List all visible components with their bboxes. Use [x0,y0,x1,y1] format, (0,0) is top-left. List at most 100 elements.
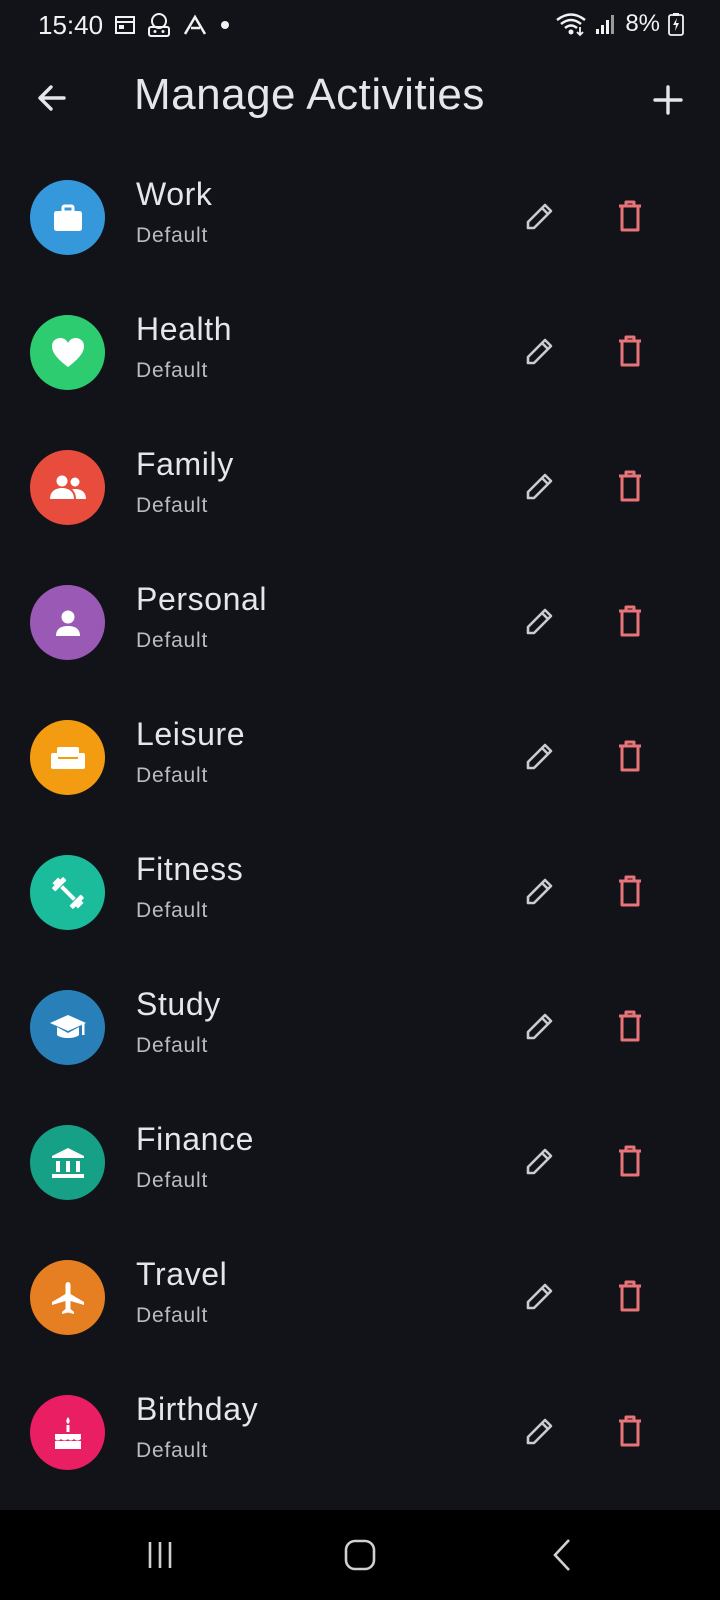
edit-button[interactable] [516,867,564,915]
activity-name: Leisure [136,716,246,752]
trash-icon [619,335,641,367]
edit-button[interactable] [516,1137,564,1185]
edit-button[interactable] [516,732,564,780]
people-icon [49,475,86,499]
sofa-icon [50,746,85,769]
home-icon [344,1539,376,1571]
edit-button[interactable] [516,1002,564,1050]
edit-button[interactable] [516,192,564,240]
delete-button[interactable] [606,1272,654,1320]
activity-name: Family [136,446,234,482]
activity-subtitle: Default [136,629,209,652]
activity-row-personal[interactable]: Personal Default [0,555,720,690]
activity-subtitle: Default [136,224,209,247]
activity-row-work[interactable]: Work Default [0,150,720,285]
back-button[interactable] [28,74,76,122]
activity-row-birthday[interactable]: Birthday Default [0,1365,720,1500]
edit-button[interactable] [516,462,564,510]
activity-name: Work [136,176,213,212]
graduation-cap-icon [49,1014,86,1038]
activity-subtitle: Default [136,1304,209,1327]
pencil-icon [526,608,553,635]
dumbbell-icon [51,876,84,909]
pencil-icon [526,878,553,905]
delete-button[interactable] [606,732,654,780]
calendar-icon [115,16,135,34]
activity-row-travel[interactable]: Travel Default [0,1230,720,1365]
activity-row-fitness[interactable]: Fitness Default [0,825,720,960]
activity-subtitle: Default [136,494,209,517]
airplane-icon [51,1281,84,1314]
pencil-icon [526,1148,553,1175]
briefcase-icon [53,204,82,231]
delete-button[interactable] [606,1137,654,1185]
delete-button[interactable] [606,1407,654,1455]
home-button[interactable] [330,1530,390,1580]
activity-name: Health [136,311,233,347]
back-nav-icon [553,1539,570,1571]
notification-app-icon [148,13,170,37]
cake-icon [54,1416,81,1449]
trash-icon [619,1415,641,1447]
activity-list: Work Default Health Default Family Defau… [0,150,720,1500]
page-title: Manage Activities [134,70,485,119]
pencil-icon [526,1013,553,1040]
activity-avatar [30,315,105,390]
activity-row-family[interactable]: Family Default [0,420,720,555]
activity-name: Birthday [136,1391,259,1427]
add-activity-button[interactable] [642,74,694,126]
pencil-icon [526,338,553,365]
delete-button[interactable] [606,327,654,375]
activity-avatar [30,1395,105,1470]
bank-icon [51,1147,84,1178]
activity-row-leisure[interactable]: Leisure Default [0,690,720,825]
app-a-icon [183,14,207,35]
status-bar: 15:40 8% [0,0,720,56]
activity-name: Travel [136,1256,228,1292]
edit-button[interactable] [516,327,564,375]
activity-avatar [30,990,105,1065]
delete-button[interactable] [606,192,654,240]
status-time: 15:40 [38,10,104,40]
arrow-back-icon [38,85,66,111]
heart-icon [51,337,84,367]
activity-avatar [30,180,105,255]
pencil-icon [526,473,553,500]
edit-button[interactable] [516,1407,564,1455]
trash-icon [619,200,641,232]
battery-percent: 8% [625,10,660,37]
activity-row-health[interactable]: Health Default [0,285,720,420]
trash-icon [619,1280,641,1312]
battery-charging-icon [668,13,684,36]
activity-name: Personal [136,581,268,617]
activity-row-finance[interactable]: Finance Default [0,1095,720,1230]
pencil-icon [526,203,553,230]
activity-subtitle: Default [136,1034,209,1057]
delete-button[interactable] [606,597,654,645]
activity-avatar [30,720,105,795]
activity-avatar [30,1125,105,1200]
activity-avatar [30,450,105,525]
system-nav-bar [0,1510,720,1600]
pencil-icon [526,1283,553,1310]
delete-button[interactable] [606,1002,654,1050]
activity-avatar [30,855,105,930]
activity-subtitle: Default [136,764,209,787]
recent-apps-button[interactable] [130,1530,190,1580]
trash-icon [619,605,641,637]
dot-icon [221,21,229,29]
activity-row-study[interactable]: Study Default [0,960,720,1095]
activity-avatar [30,1260,105,1335]
activity-avatar [30,585,105,660]
activity-subtitle: Default [136,899,209,922]
status-icons-right: 8% [555,10,684,38]
back-nav-button[interactable] [532,1530,592,1580]
trash-icon [619,875,641,907]
delete-button[interactable] [606,867,654,915]
edit-button[interactable] [516,597,564,645]
delete-button[interactable] [606,462,654,510]
edit-button[interactable] [516,1272,564,1320]
person-icon [55,610,80,636]
trash-icon [619,740,641,772]
activity-name: Finance [136,1121,255,1157]
